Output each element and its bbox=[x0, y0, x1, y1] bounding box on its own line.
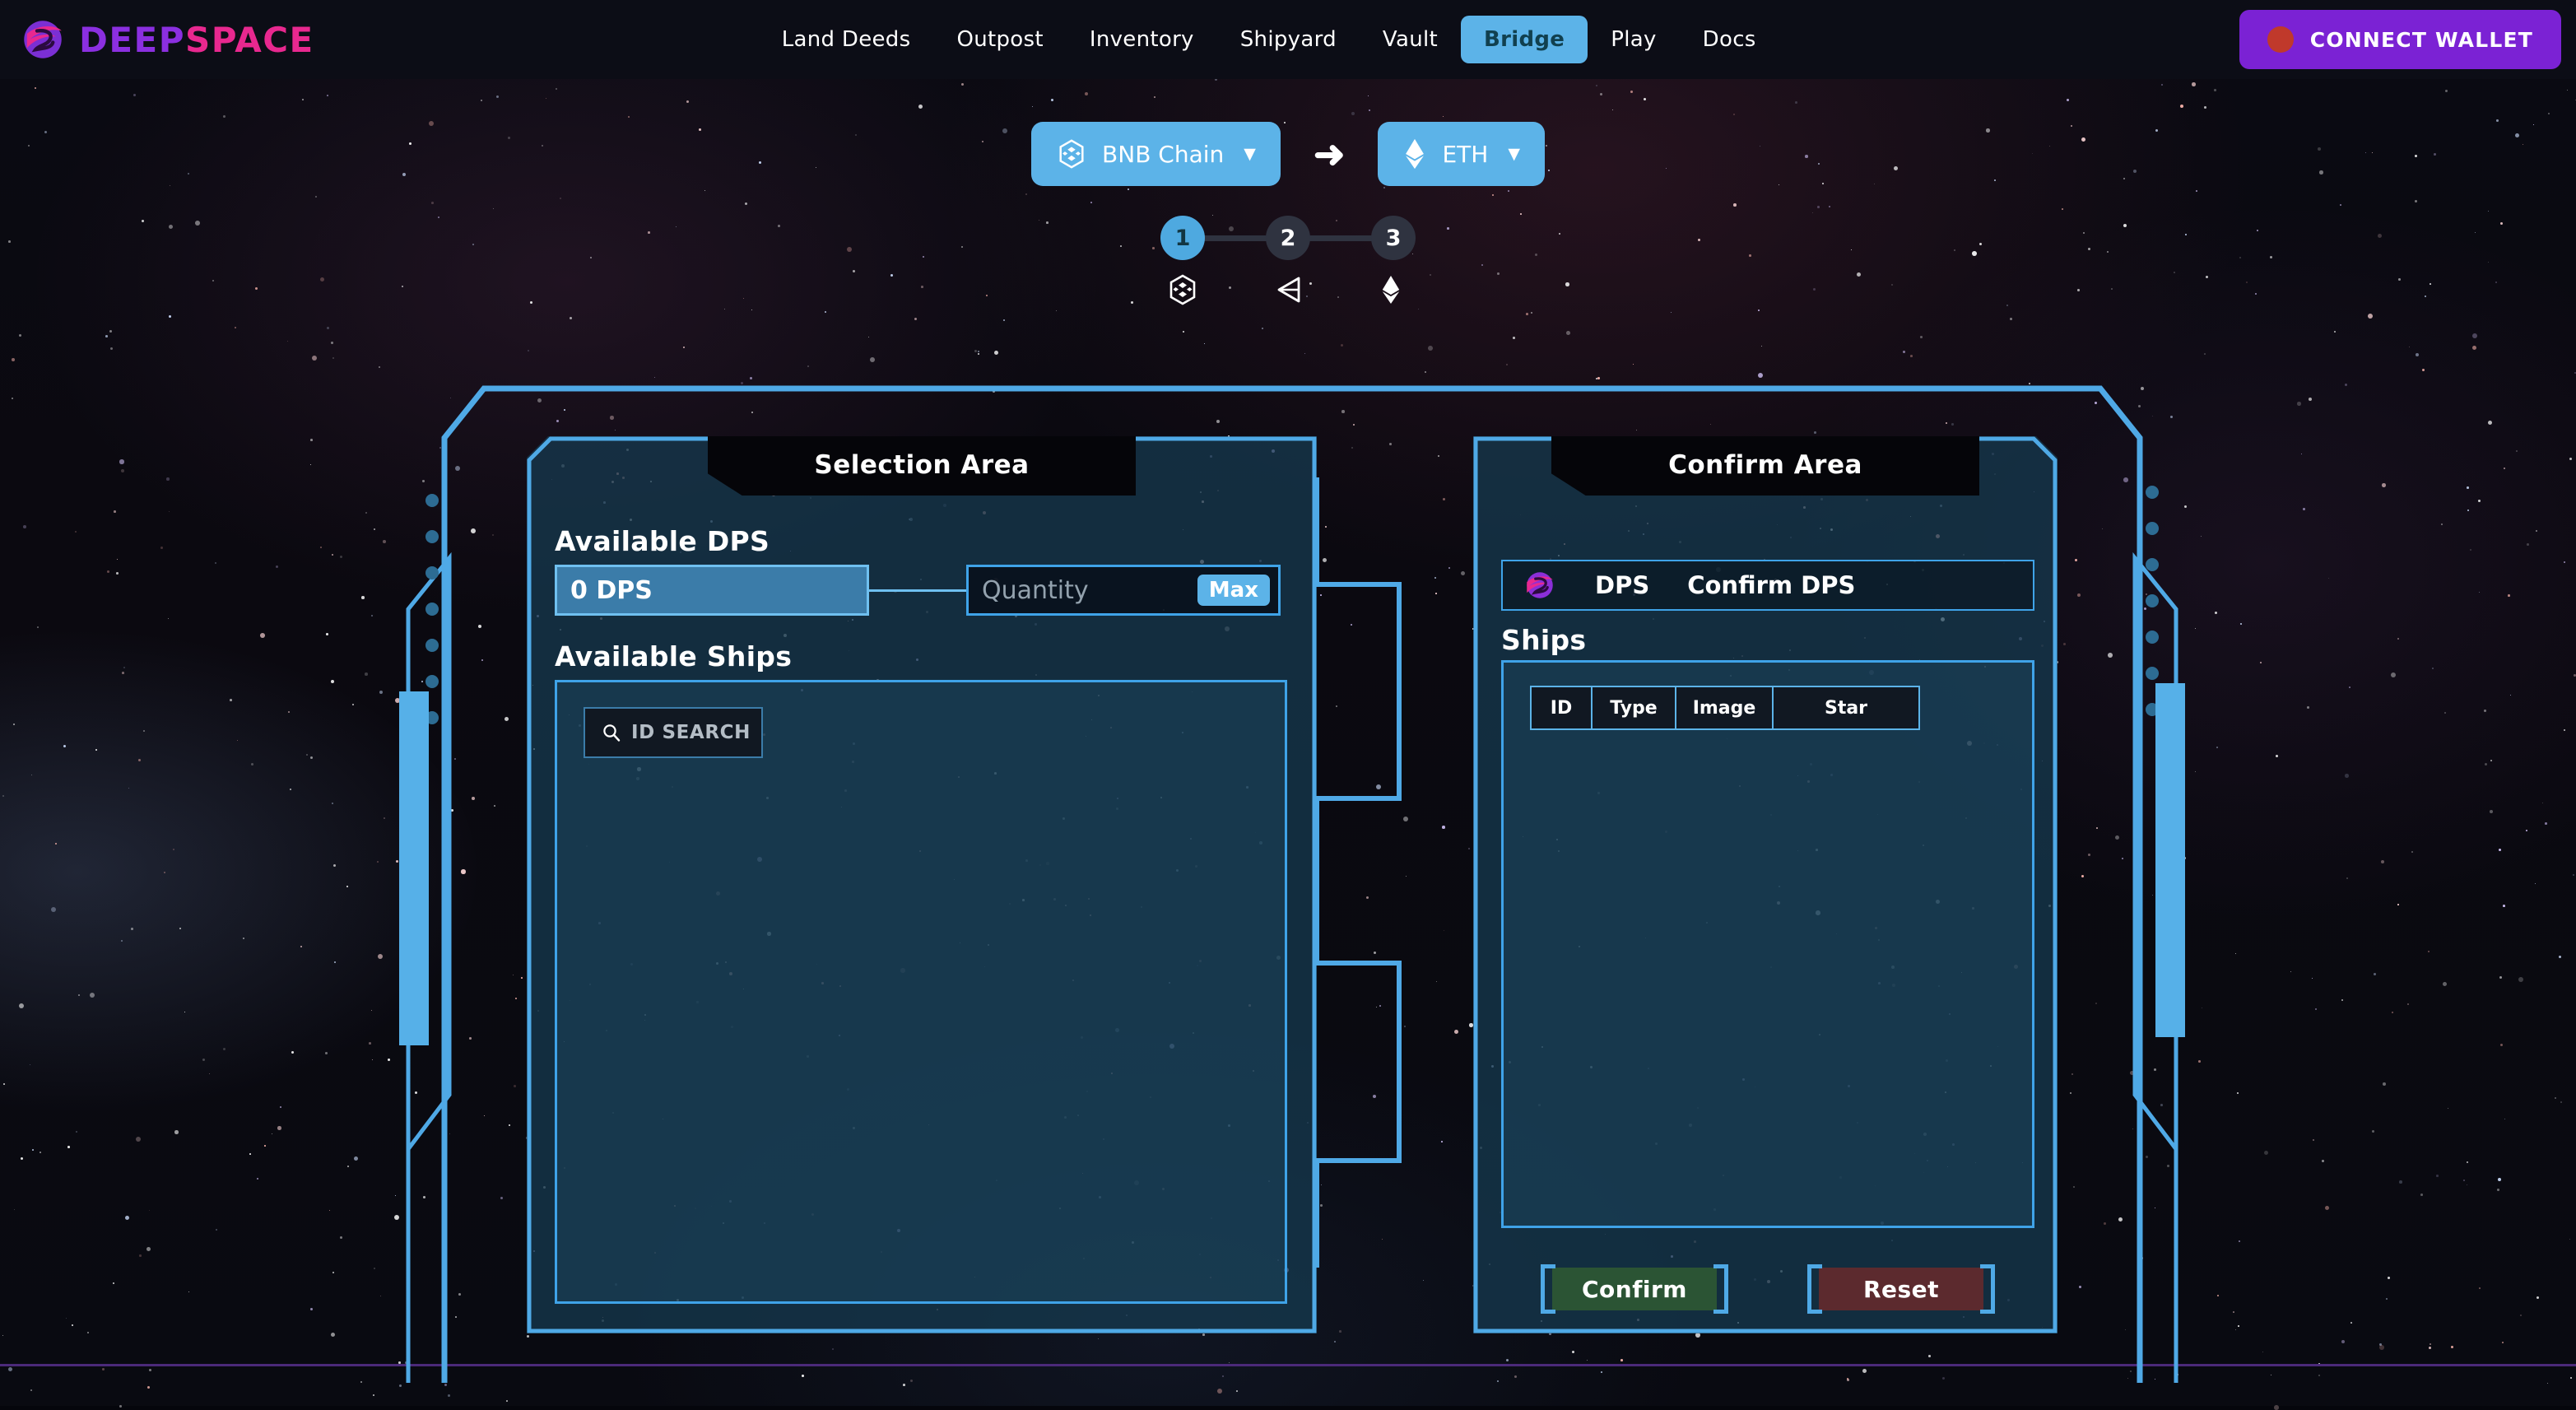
source-chain-selector[interactable]: BNB Chain ▼ bbox=[1031, 122, 1281, 186]
chain-selector-row: BNB Chain ▼ ➜ ETH ▼ bbox=[0, 122, 2576, 186]
bnb-cube-icon bbox=[1166, 273, 1199, 306]
destination-chain-label: ETH bbox=[1442, 141, 1488, 168]
source-chain-label: BNB Chain bbox=[1102, 141, 1224, 168]
brand-name: DEEPSPACE bbox=[79, 20, 314, 60]
nav-item-docs[interactable]: Docs bbox=[1680, 16, 1779, 63]
bnb-chain-icon bbox=[1056, 138, 1087, 170]
arrow-right-icon: ➜ bbox=[1314, 135, 1346, 173]
chevron-down-icon: ▼ bbox=[1508, 145, 1520, 163]
nav-item-bridge[interactable]: Bridge bbox=[1461, 16, 1588, 63]
nav-item-outpost[interactable]: Outpost bbox=[933, 16, 1066, 63]
hud-frame bbox=[387, 337, 2197, 1383]
unity-bridge-icon bbox=[1272, 273, 1304, 306]
nav-item-inventory[interactable]: Inventory bbox=[1067, 16, 1217, 63]
connect-wallet-button[interactable]: CONNECT WALLET bbox=[2239, 10, 2561, 69]
nav-item-shipyard[interactable]: Shipyard bbox=[1217, 16, 1360, 63]
hud-right-accent-bar bbox=[2155, 683, 2185, 1037]
hud-left-accent-bar bbox=[399, 691, 429, 1045]
stepper-track: 1 2 3 bbox=[1130, 216, 1446, 306]
bridge-stepper: 1 2 3 bbox=[0, 216, 2576, 306]
step-number-2: 2 bbox=[1266, 216, 1310, 260]
chevron-down-icon: ▼ bbox=[1244, 145, 1256, 163]
nav-item-play[interactable]: Play bbox=[1588, 16, 1679, 63]
nav-item-vault[interactable]: Vault bbox=[1360, 16, 1461, 63]
step-number-1: 1 bbox=[1160, 216, 1205, 260]
destination-chain-selector[interactable]: ETH ▼ bbox=[1378, 122, 1544, 186]
deepspace-swirl-logo-icon bbox=[20, 16, 66, 63]
nav-item-land-deeds[interactable]: Land Deeds bbox=[759, 16, 934, 63]
main-nav: Land DeedsOutpostInventoryShipyardVaultB… bbox=[759, 16, 1779, 63]
brand-name-part1: DEEP bbox=[79, 20, 185, 60]
top-navigation-bar: DEEPSPACE Land DeedsOutpostInventoryShip… bbox=[0, 0, 2576, 79]
ethereum-diamond-icon bbox=[1377, 273, 1410, 306]
step-number-3: 3 bbox=[1371, 216, 1416, 260]
brand-logo[interactable]: DEEPSPACE bbox=[20, 16, 314, 63]
stepper-step-2[interactable]: 2 bbox=[1235, 216, 1341, 306]
ethereum-icon bbox=[1402, 137, 1427, 170]
wallet-status-dot-icon bbox=[2267, 26, 2294, 53]
hud-frame-outline bbox=[387, 337, 2197, 1383]
connect-wallet-label: CONNECT WALLET bbox=[2310, 28, 2533, 52]
stepper-step-1[interactable]: 1 bbox=[1130, 216, 1235, 306]
stepper-step-3[interactable]: 3 bbox=[1341, 216, 1446, 306]
brand-name-part2: SPACE bbox=[185, 20, 314, 60]
